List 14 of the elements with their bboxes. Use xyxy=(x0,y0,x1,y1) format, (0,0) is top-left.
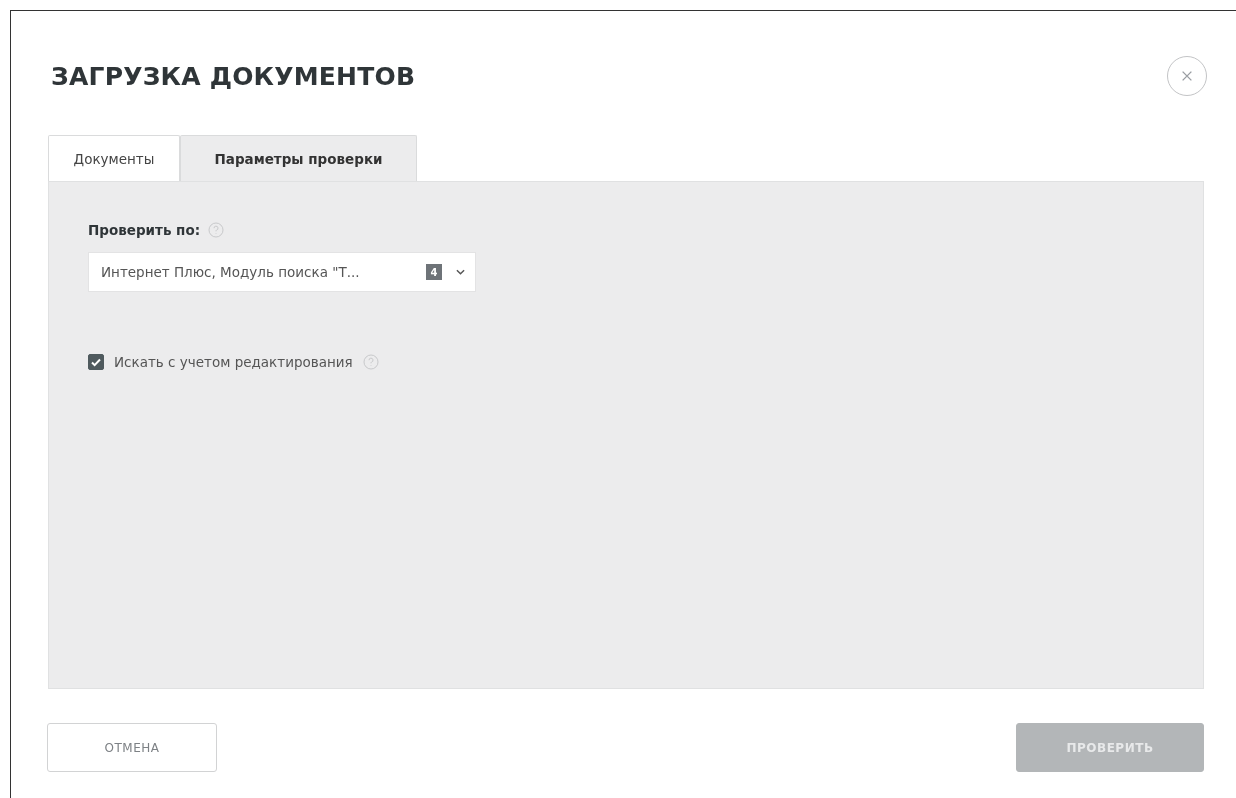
field-label: Проверить по: xyxy=(88,222,201,238)
count-badge: 4 xyxy=(426,264,442,280)
close-button[interactable] xyxy=(1167,56,1207,96)
help-icon[interactable] xyxy=(208,222,225,238)
caret-icon xyxy=(456,269,465,275)
tab[interactable]: Параметры проверки xyxy=(180,135,417,181)
close-icon xyxy=(1180,69,1194,83)
tab[interactable]: Документы xyxy=(48,135,180,181)
checkbox[interactable] xyxy=(88,354,104,370)
help-icon[interactable] xyxy=(362,354,379,370)
source-dropdown[interactable]: Интернет Плюс, Модуль поиска "Т... 4 xyxy=(88,252,476,292)
checkbox-label: Искать с учетом редактирования xyxy=(114,354,353,370)
dialog-title: ЗАГРУЗКА ДОКУМЕНТОВ xyxy=(51,61,416,91)
cancel-button[interactable]: ОТМЕНА xyxy=(47,723,217,772)
